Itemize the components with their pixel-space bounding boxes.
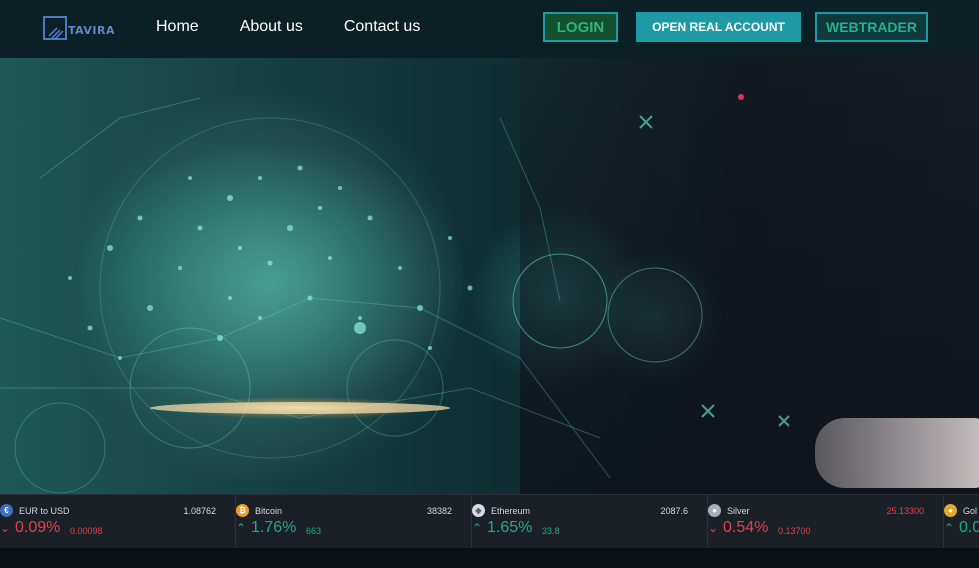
logo-icon — [43, 16, 67, 40]
logo-text: TAVIRA — [68, 24, 116, 37]
bitcoin-icon: ₿ — [236, 504, 249, 517]
ticker-percent: 0.0 — [959, 519, 979, 536]
ticker-name: Ethereum — [491, 506, 531, 516]
ticker-price: 38382 — [426, 506, 452, 516]
hero-image — [0, 58, 979, 494]
login-button[interactable]: LOGIN — [543, 12, 618, 42]
ethereum-icon: ◆ — [472, 504, 485, 517]
ticker-item-silver[interactable]: ● Silver 25.13300 ⌄ 0.54% 0.13700 — [708, 495, 944, 548]
logo[interactable]: TAVIRA — [43, 15, 116, 41]
arrow-up-icon: ⌃ — [236, 521, 247, 535]
ticker-name: Bitcoin — [255, 506, 283, 516]
silver-icon: ● — [708, 504, 721, 517]
nav-home[interactable]: Home — [156, 18, 199, 36]
arrow-up-icon: ⌃ — [472, 521, 483, 535]
arrow-up-icon: ⌃ — [944, 521, 955, 535]
webtrader-button[interactable]: WEBTRADER — [815, 12, 928, 42]
ticker-name: Silver — [727, 506, 750, 516]
main-nav: Home About us Contact us — [156, 18, 461, 36]
ticker-item-ethereum[interactable]: ◆ Ethereum 2087.6 ⌃ 1.65% 33.8 — [472, 495, 708, 548]
ticker-percent: 0.54% — [723, 519, 769, 536]
ticker-percent: 1.65% — [487, 519, 533, 536]
ticker-change: 0.13700 — [778, 526, 811, 536]
ticker-change: 0.00098 — [70, 526, 103, 536]
ticker-price: 1.08762 — [183, 506, 216, 516]
network-globe-graphic — [0, 88, 790, 494]
ticker-percent: 0.09% — [15, 519, 61, 536]
ticker-item-eur-usd[interactable]: € EUR to USD 1.08762 ⌄ 0.09% 0.00098 — [0, 495, 236, 548]
ticker-item-gold[interactable]: ● Gol ⌃ 0.0 — [944, 495, 979, 548]
ticker-percent: 1.76% — [251, 519, 297, 536]
arrow-down-icon: ⌄ — [0, 521, 11, 535]
ticker-price: 2087.6 — [660, 506, 688, 516]
header: TAVIRA Home About us Contact us LOGIN OP… — [0, 0, 979, 58]
open-real-account-button[interactable]: OPEN REAL ACCOUNT — [636, 12, 801, 42]
ticker-change: 33.8 — [542, 526, 560, 536]
page: TAVIRA Home About us Contact us LOGIN OP… — [0, 0, 979, 568]
nav-about-us[interactable]: About us — [240, 18, 303, 36]
ticker-price: 25.13300 — [886, 506, 924, 516]
eur-usd-icon: € — [0, 504, 13, 517]
ticker-name: EUR to USD — [19, 506, 70, 516]
ticker-item-bitcoin[interactable]: ₿ Bitcoin 38382 ⌃ 1.76% 663 — [236, 495, 472, 548]
gold-icon: ● — [944, 504, 957, 517]
ticker-change: 663 — [306, 526, 322, 536]
page-bottom-strip — [0, 548, 979, 568]
nav-contact-us[interactable]: Contact us — [344, 18, 420, 36]
arrow-down-icon: ⌄ — [708, 521, 719, 535]
ticker-name: Gol — [963, 506, 978, 516]
market-ticker: € EUR to USD 1.08762 ⌄ 0.09% 0.00098 ₿ B… — [0, 494, 979, 549]
